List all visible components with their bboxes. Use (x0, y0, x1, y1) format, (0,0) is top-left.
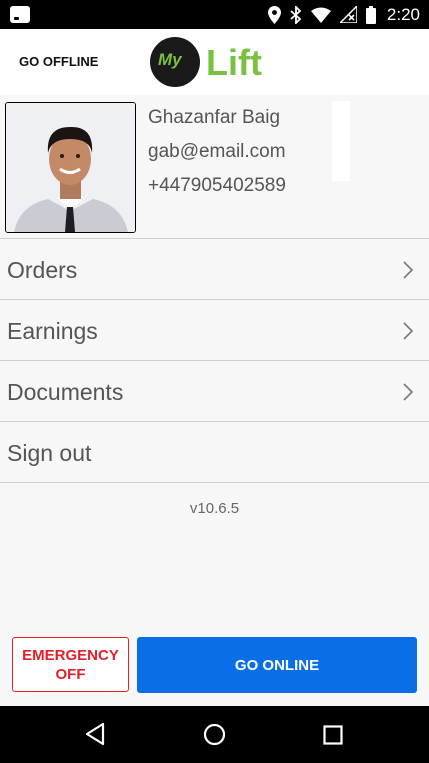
profile-section: Ghazanfar Baig gab@email.com +4479054025… (0, 95, 429, 238)
menu-item-label: Earnings (7, 318, 98, 344)
profile-phone: +447905402589 (148, 175, 286, 196)
person-photo-icon (6, 103, 135, 232)
profile-email: gab@email.com (148, 141, 286, 162)
menu-item-label: Sign out (7, 440, 92, 466)
emergency-label-line2: OFF (55, 665, 86, 683)
app-header: GO OFFLINE My Lift (0, 29, 429, 95)
menu-item-label: Orders (7, 257, 78, 283)
logo-my-text: My (158, 50, 182, 69)
battery-icon (365, 5, 376, 24)
avatar (5, 102, 136, 233)
location-icon (267, 5, 281, 24)
chevron-right-icon (403, 261, 414, 279)
status-time: 2:20 (386, 4, 420, 24)
menu-item-documents[interactable]: Documents (0, 361, 429, 422)
app-version: v10.6.5 (189, 500, 240, 517)
menu-item-orders[interactable]: Orders (0, 239, 429, 300)
menu-item-label: Documents (7, 379, 124, 405)
menu-list: Orders Earnings Documents Sign out (0, 238, 429, 483)
bluetooth-icon (290, 5, 302, 24)
home-icon[interactable] (203, 723, 226, 746)
go-online-label: GO ONLINE (234, 656, 320, 674)
logo-lift-text: Lift (206, 42, 262, 83)
profile-divider-block (332, 101, 350, 181)
system-nav-bar (0, 706, 429, 763)
back-icon[interactable] (84, 722, 106, 746)
profile-name: Ghazanfar Baig (148, 107, 281, 128)
mylift-logo: My Lift (150, 37, 280, 87)
menu-item-earnings[interactable]: Earnings (0, 300, 429, 361)
chevron-right-icon (403, 383, 414, 401)
emergency-off-button[interactable]: EMERGENCY OFF (12, 637, 129, 692)
status-bar: 2:20 (0, 0, 429, 29)
emergency-label-line1: EMERGENCY (22, 646, 119, 664)
go-online-button[interactable]: GO ONLINE (137, 637, 417, 693)
go-offline-button[interactable]: GO OFFLINE (19, 54, 98, 69)
notification-icon (10, 6, 30, 23)
menu-item-sign-out[interactable]: Sign out (0, 422, 429, 483)
chevron-right-icon (403, 322, 414, 340)
wifi-icon (310, 7, 331, 23)
recent-apps-icon[interactable] (323, 725, 343, 745)
no-signal-icon (339, 6, 357, 23)
